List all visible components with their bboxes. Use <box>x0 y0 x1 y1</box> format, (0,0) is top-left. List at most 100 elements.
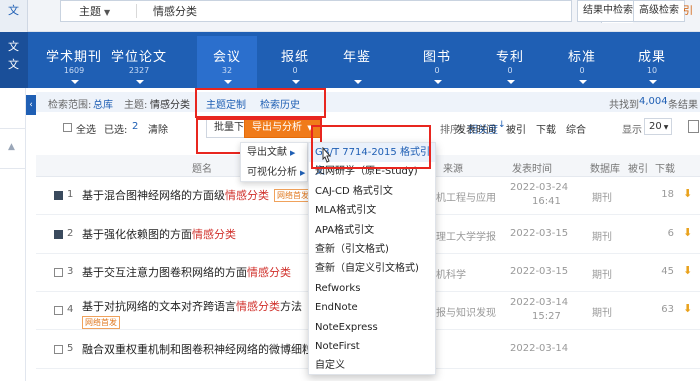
arrow-down-icon: ↓ <box>498 120 506 130</box>
header-downloads: 下载 <box>655 164 675 175</box>
category-tab[interactable]: 专利 0 <box>480 46 540 84</box>
user-link[interactable]: 引 <box>683 2 693 17</box>
selected-count: 2 <box>132 121 139 132</box>
caret-down-icon <box>224 80 232 84</box>
advanced-search-button[interactable]: 高级检索 <box>633 0 685 22</box>
category-tab[interactable]: 成果 10 <box>622 46 682 84</box>
database-label: 期刊 <box>592 308 612 319</box>
page-size-select[interactable]: 20 ▼ <box>644 118 672 135</box>
citation-format-item[interactable]: CAJ-CD 格式引文 <box>309 182 435 201</box>
caret-down-icon <box>136 80 144 84</box>
category-tab[interactable]: 图书 0 <box>407 46 467 84</box>
article-title-link[interactable]: 基于混合图神经网络的方面级情感分类 <box>82 187 269 203</box>
download-icon[interactable]: ⬇ <box>683 187 692 200</box>
source-link[interactable]: 机科学 <box>436 266 466 281</box>
category-tab[interactable]: 学术期刊 1609 <box>44 46 104 84</box>
left-sidebar: ▲ <box>0 88 26 381</box>
category-count: 32 <box>221 66 233 75</box>
citation-format-item[interactable]: EndNote <box>309 298 435 317</box>
clear-link[interactable]: 清除 <box>148 121 168 136</box>
article-title-link[interactable]: 基于对抗网络的文本对齐跨语言情感分类方法 <box>82 298 302 314</box>
category-tab[interactable]: 年鉴 <box>327 46 387 84</box>
download-icon[interactable]: ⬇ <box>683 226 692 239</box>
source-link[interactable]: 报与知识发现 <box>436 304 496 319</box>
chevron-down-icon: ▼ <box>663 124 669 131</box>
search-box: 主题 ▼ 情感分类 <box>60 0 633 23</box>
visual-analysis-item[interactable]: 可视化分析 ▶ <box>241 163 307 183</box>
download-count: 18 <box>661 189 674 200</box>
row-checkbox[interactable] <box>54 345 63 354</box>
citation-format-item[interactable]: 自定义 <box>309 356 435 375</box>
select-all-checkbox[interactable] <box>63 123 72 135</box>
result-count: 4,004 <box>639 96 668 107</box>
citation-format-item[interactable]: 查新（引文格式) <box>309 240 435 259</box>
row-checkbox[interactable] <box>54 306 63 315</box>
sort-download[interactable]: 下载 <box>536 121 556 136</box>
category-tab[interactable]: 学位论文 2327 <box>109 46 169 84</box>
sidebar-collapse-button[interactable]: ‹ <box>26 95 36 115</box>
article-title-link[interactable]: 融合双重权重机制和图卷积神经网络的微博细粒 <box>82 341 313 357</box>
category-tab[interactable]: 报纸 0 <box>265 46 325 84</box>
sort-combined[interactable]: 综合 <box>566 121 586 136</box>
topic-value: 情感分类 <box>150 100 190 111</box>
row-index: 2 <box>67 228 74 239</box>
citation-format-item[interactable]: MLA格式引文 <box>309 201 435 220</box>
citation-format-item[interactable]: NoteFirst <box>309 337 435 356</box>
scope-value[interactable]: 总库 <box>93 96 113 111</box>
download-icon[interactable]: ⬇ <box>683 264 692 277</box>
scope-select[interactable]: 主题 ▼ <box>79 3 110 19</box>
category-name: 报纸 <box>280 50 309 65</box>
select-all-label[interactable]: 全选 <box>76 121 96 136</box>
export-menu: 导出文献 ▶ 可视化分析 ▶ <box>240 142 308 182</box>
category-name: 专利 <box>495 50 524 65</box>
category-name: 标准 <box>567 50 596 65</box>
header-cited: 被引 <box>628 164 648 175</box>
citation-format-item[interactable]: 查新（自定义引文格式) <box>309 259 435 278</box>
mouse-cursor-icon <box>322 147 332 163</box>
display-label: 显示 <box>622 125 642 136</box>
citation-format-item[interactable]: Refworks <box>309 279 435 298</box>
header-source: 来源 <box>443 164 463 175</box>
download-count: 63 <box>661 304 674 315</box>
search-within-results-button[interactable]: 结果中检索 <box>577 0 639 22</box>
source-link[interactable]: 理工大学学报 <box>436 228 496 243</box>
page-size-value: 20 <box>649 121 662 132</box>
chevron-right-icon: ▶ <box>300 169 306 177</box>
divider <box>0 168 26 169</box>
citation-format-menu: GB/T 7714-2015 格式引文 知网研学（原E-Study) CAJ-CD … <box>308 142 436 375</box>
category-tab[interactable]: 会议 32 <box>197 36 257 88</box>
left-tab-1[interactable]: 文 <box>8 2 19 18</box>
caret-down-icon <box>71 80 79 84</box>
result-count-suffix: 条结果 <box>668 100 698 111</box>
database-label: 期刊 <box>592 232 612 243</box>
scope-select-label: 主题 <box>79 5 101 18</box>
citation-format-item[interactable]: APA格式引文 <box>309 221 435 240</box>
article-title-link[interactable]: 基于强化依赖图的方面情感分类 <box>82 226 236 242</box>
left-tab-2[interactable]: 文 <box>8 38 19 54</box>
category-name: 图书 <box>422 50 451 65</box>
citation-format-item[interactable]: NoteExpress <box>309 318 435 337</box>
row-checkbox[interactable] <box>54 230 63 239</box>
category-name: 成果 <box>637 50 666 65</box>
caret-down-icon <box>292 80 300 84</box>
row-checkbox[interactable] <box>54 268 63 277</box>
download-count: 45 <box>661 266 674 277</box>
search-input[interactable]: 情感分类 <box>153 3 197 19</box>
category-name: 学位论文 <box>110 50 167 65</box>
list-view-icon[interactable] <box>688 120 699 133</box>
row-checkbox[interactable] <box>54 191 63 200</box>
sort-time[interactable]: 发表时间 <box>456 121 496 136</box>
left-tab-3[interactable]: 文 <box>8 56 19 72</box>
download-icon[interactable]: ⬇ <box>683 302 692 315</box>
chevron-up-icon[interactable]: ▲ <box>8 142 15 152</box>
row-index: 4 <box>67 304 74 315</box>
publish-date: 2022-03-14 <box>510 297 569 308</box>
online-first-badge: 网络首发 <box>82 316 120 329</box>
sort-cited[interactable]: 被引 <box>506 121 526 136</box>
source-link[interactable]: 机工程与应用 <box>436 189 496 204</box>
category-tab[interactable]: 标准 0 <box>552 46 612 84</box>
category-name: 年鉴 <box>342 50 371 65</box>
export-docs-item[interactable]: 导出文献 ▶ <box>241 143 307 163</box>
article-title-link[interactable]: 基于交互注意力图卷积网络的方面情感分类 <box>82 264 291 280</box>
caret-down-icon <box>434 80 442 84</box>
